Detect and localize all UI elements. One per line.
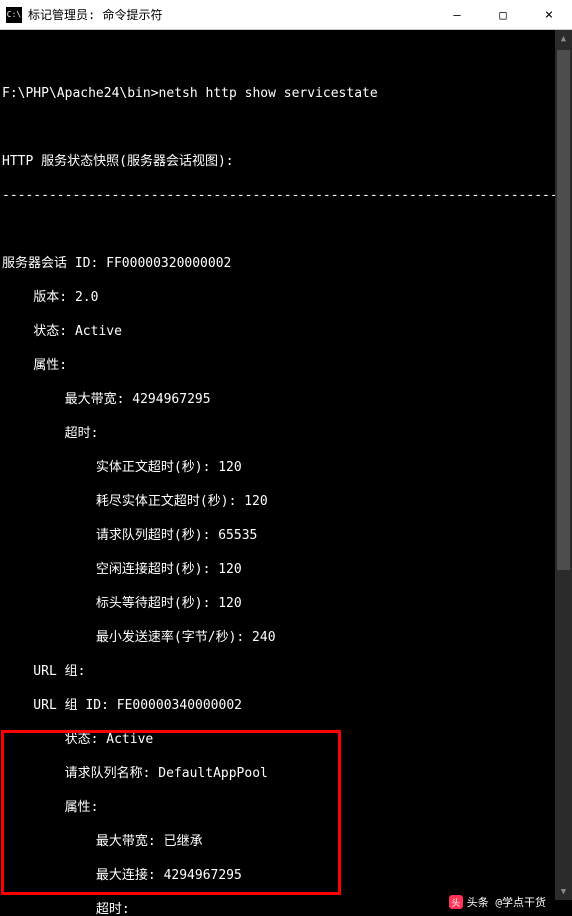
url-group: URL 组: — [2, 663, 570, 680]
blank-line — [2, 119, 570, 136]
divider-line: ----------------------------------------… — [2, 187, 570, 204]
maximize-button[interactable]: □ — [480, 0, 526, 30]
scrollbar-thumb[interactable] — [557, 50, 570, 570]
scroll-up-arrow[interactable]: ▲ — [555, 30, 572, 47]
timeout-idle: 空闲连接超时(秒): 120 — [2, 561, 570, 578]
cmd-icon: C:\ — [6, 7, 22, 23]
timeout-header: 标头等待超时(秒): 120 — [2, 595, 570, 612]
window-title: 标记管理员: 命令提示符 — [28, 6, 434, 23]
session-id: 服务器会话 ID: FF00000320000002 — [2, 255, 570, 272]
watermark: 头 头条 @学点干货 — [445, 892, 550, 912]
blank-line — [2, 221, 570, 238]
group-queue-name: 请求队列名称: DefaultAppPool — [2, 765, 570, 782]
output-header: HTTP 服务状态快照(服务器会话视图): — [2, 153, 570, 170]
prompt-line: F:\PHP\Apache24\bin>netsh http show serv… — [2, 85, 570, 102]
session-attr: 属性: — [2, 357, 570, 374]
entered-command: netsh http show servicestate — [159, 86, 378, 101]
timeout-queue: 请求队列超时(秒): 65535 — [2, 527, 570, 544]
timeout-drain: 耗尽实体正文超时(秒): 120 — [2, 493, 570, 510]
url-group-id: URL 组 ID: FE00000340000002 — [2, 697, 570, 714]
scroll-down-arrow[interactable]: ▼ — [555, 883, 572, 900]
max-bandwidth: 最大带宽: 4294967295 — [2, 391, 570, 408]
session-state: 状态: Active — [2, 323, 570, 340]
watermark-text: 头条 @学点干货 — [467, 894, 546, 910]
group-attr: 属性: — [2, 799, 570, 816]
watermark-logo-icon: 头 — [449, 895, 463, 909]
group-max-conn: 最大连接: 4294967295 — [2, 867, 570, 884]
timeout-label: 超时: — [2, 425, 570, 442]
group-state: 状态: Active — [2, 731, 570, 748]
console-area[interactable]: F:\PHP\Apache24\bin>netsh http show serv… — [0, 30, 572, 916]
close-button[interactable]: × — [526, 0, 572, 30]
min-send-rate: 最小发送速率(字节/秒): 240 — [2, 629, 570, 646]
minimize-button[interactable]: — — [434, 0, 480, 30]
timeout-entity: 实体正文超时(秒): 120 — [2, 459, 570, 476]
vertical-scrollbar[interactable]: ▲ ▼ — [555, 30, 572, 900]
blank-line — [2, 51, 570, 68]
session-version: 版本: 2.0 — [2, 289, 570, 306]
titlebar[interactable]: C:\ 标记管理员: 命令提示符 — □ × — [0, 0, 572, 30]
prompt-path: F:\PHP\Apache24\bin> — [2, 86, 159, 101]
group-max-bw: 最大带宽: 已继承 — [2, 833, 570, 850]
